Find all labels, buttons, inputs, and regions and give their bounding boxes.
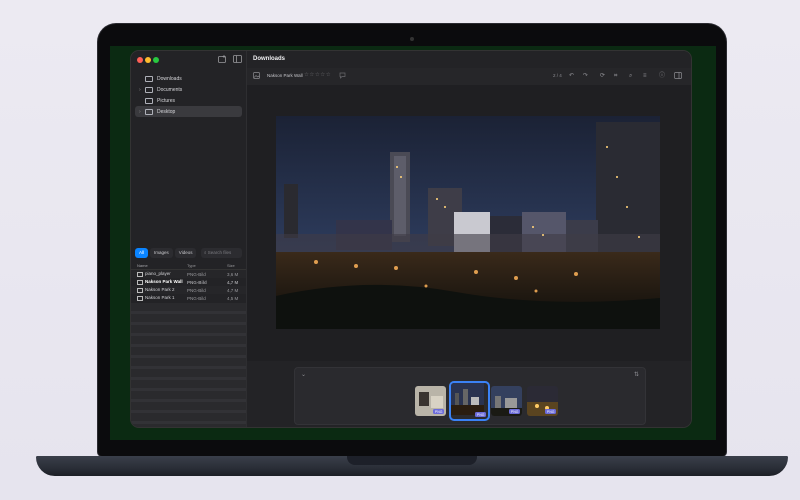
column-name[interactable]: Name xyxy=(131,263,187,268)
file-name: Nakson Park 1 xyxy=(145,295,175,301)
minimize-window-button[interactable] xyxy=(145,57,151,63)
thumbnail-selected[interactable]: PNG xyxy=(449,381,490,421)
laptop-hinge-notch xyxy=(347,456,477,465)
title-bar: Downloads xyxy=(247,51,691,68)
folder-icon xyxy=(145,108,153,115)
rotate-icon[interactable]: ⟳ xyxy=(600,72,605,80)
app-window: Downloads › Documents Pictures › Desktop… xyxy=(131,51,691,427)
zoom-window-button[interactable] xyxy=(153,57,159,63)
zoom-icon[interactable]: ⌕ xyxy=(629,72,632,80)
star-rating[interactable]: ☆☆☆☆☆ xyxy=(304,72,331,78)
image-file-icon xyxy=(137,295,143,301)
table-row[interactable]: Nakson Park 2 PNG-Bild 4,7 M xyxy=(131,286,246,294)
filter-tabs: All Images Videos xyxy=(135,248,197,258)
filter-all[interactable]: All xyxy=(135,248,149,258)
current-file-name: Nakson Park Wall xyxy=(267,73,303,78)
file-search-input[interactable]: ⌕ Search files xyxy=(201,248,242,258)
file-size: 3,6 M xyxy=(227,271,239,277)
image-file-icon xyxy=(137,287,143,293)
folder-icon xyxy=(145,75,153,82)
file-size: 4,7 M xyxy=(227,287,239,293)
comment-icon[interactable] xyxy=(339,72,346,82)
file-type: PNG-Bild xyxy=(187,279,207,285)
png-badge: PNG xyxy=(433,409,444,414)
thumbnail[interactable]: PNG xyxy=(415,386,446,416)
table-header: Name Type Size xyxy=(131,261,246,270)
png-badge: PNG xyxy=(509,409,520,414)
file-name: piano_player xyxy=(145,271,171,277)
image-icon xyxy=(253,72,260,82)
filter-images[interactable]: Images xyxy=(150,248,173,258)
image-file-icon xyxy=(137,271,143,277)
thumbnail[interactable]: PNG xyxy=(527,386,558,416)
file-name: Nakson Park 2 xyxy=(145,287,175,293)
sidebar-item-label: Documents xyxy=(157,86,183,93)
table-row[interactable]: Nakson Park Wall PNG-Bild 4,7 M xyxy=(131,278,246,286)
redo-icon[interactable]: ↷ xyxy=(583,72,588,80)
column-type[interactable]: Type xyxy=(187,263,227,268)
sidebar-toggle-icon[interactable] xyxy=(233,55,242,63)
chevron-down-icon[interactable]: ⌄ xyxy=(301,371,306,378)
main-pane: Downloads Nakson Park Wall ☆☆☆☆☆ 2 / 4 ↶… xyxy=(247,51,691,427)
table-row[interactable]: Nakson Park 1 PNG-Bild 4,5 M xyxy=(131,294,246,302)
file-name: Nakson Park Wall xyxy=(145,279,183,285)
sidebar: Downloads › Documents Pictures › Desktop… xyxy=(131,51,247,427)
sort-icon[interactable]: ⇅ xyxy=(634,371,639,378)
sidebar-item-desktop[interactable]: › Desktop xyxy=(135,106,242,117)
sidebar-item-label: Downloads xyxy=(157,75,182,82)
column-size[interactable]: Size xyxy=(227,263,246,268)
empty-rows xyxy=(131,303,246,427)
sidebar-item-pictures[interactable]: Pictures xyxy=(135,95,242,106)
close-window-button[interactable] xyxy=(137,57,143,63)
png-badge: PNG xyxy=(545,409,556,414)
main-photo[interactable] xyxy=(276,116,660,329)
undo-icon[interactable]: ↶ xyxy=(569,72,574,80)
sidebar-right-icon[interactable] xyxy=(674,72,682,82)
info-icon[interactable]: ⓘ xyxy=(659,72,665,80)
folder-icon xyxy=(145,97,153,104)
sidebar-item-downloads[interactable]: Downloads xyxy=(135,73,242,84)
sidebar-item-label: Desktop xyxy=(157,108,176,115)
window-title: Downloads xyxy=(253,56,286,62)
image-file-icon xyxy=(137,279,143,285)
image-counter: 2 / 4 xyxy=(553,73,562,78)
file-type: PNG-Bild xyxy=(187,271,206,277)
file-size: 4,5 M xyxy=(227,295,239,301)
new-folder-icon[interactable] xyxy=(218,55,227,63)
file-type: PNG-Bild xyxy=(187,287,206,293)
table-body: piano_player PNG-Bild 3,6 M Nakson Park … xyxy=(131,270,246,302)
filter-videos[interactable]: Videos xyxy=(174,248,197,258)
file-table: Name Type Size piano_player PNG-Bild 3,6… xyxy=(131,261,246,302)
file-size: 4,7 M xyxy=(227,279,239,285)
thumbnail-strip: ⌄ ⇅ PNG PNG PNG PNG xyxy=(294,367,646,425)
file-type: PNG-Bild xyxy=(187,295,206,301)
crop-icon[interactable]: ⌗ xyxy=(614,72,617,80)
camera xyxy=(410,37,414,41)
folder-tree: Downloads › Documents Pictures › Desktop xyxy=(135,73,242,117)
search-placeholder: Search files xyxy=(207,250,232,255)
table-row[interactable]: piano_player PNG-Bild 3,6 M xyxy=(131,270,246,278)
image-viewer xyxy=(247,85,691,361)
list-icon[interactable]: ≡ xyxy=(643,72,647,80)
thumbnail[interactable]: PNG xyxy=(491,386,522,416)
sidebar-item-documents[interactable]: › Documents xyxy=(135,84,242,95)
png-badge: PNG xyxy=(475,412,486,417)
sidebar-item-label: Pictures xyxy=(157,97,176,104)
viewer-toolbar: Nakson Park Wall ☆☆☆☆☆ 2 / 4 ↶ ↷ ⟳ ⌗ ⌕ ≡… xyxy=(247,68,691,85)
folder-icon xyxy=(145,86,153,93)
search-icon: ⌕ xyxy=(204,250,207,255)
